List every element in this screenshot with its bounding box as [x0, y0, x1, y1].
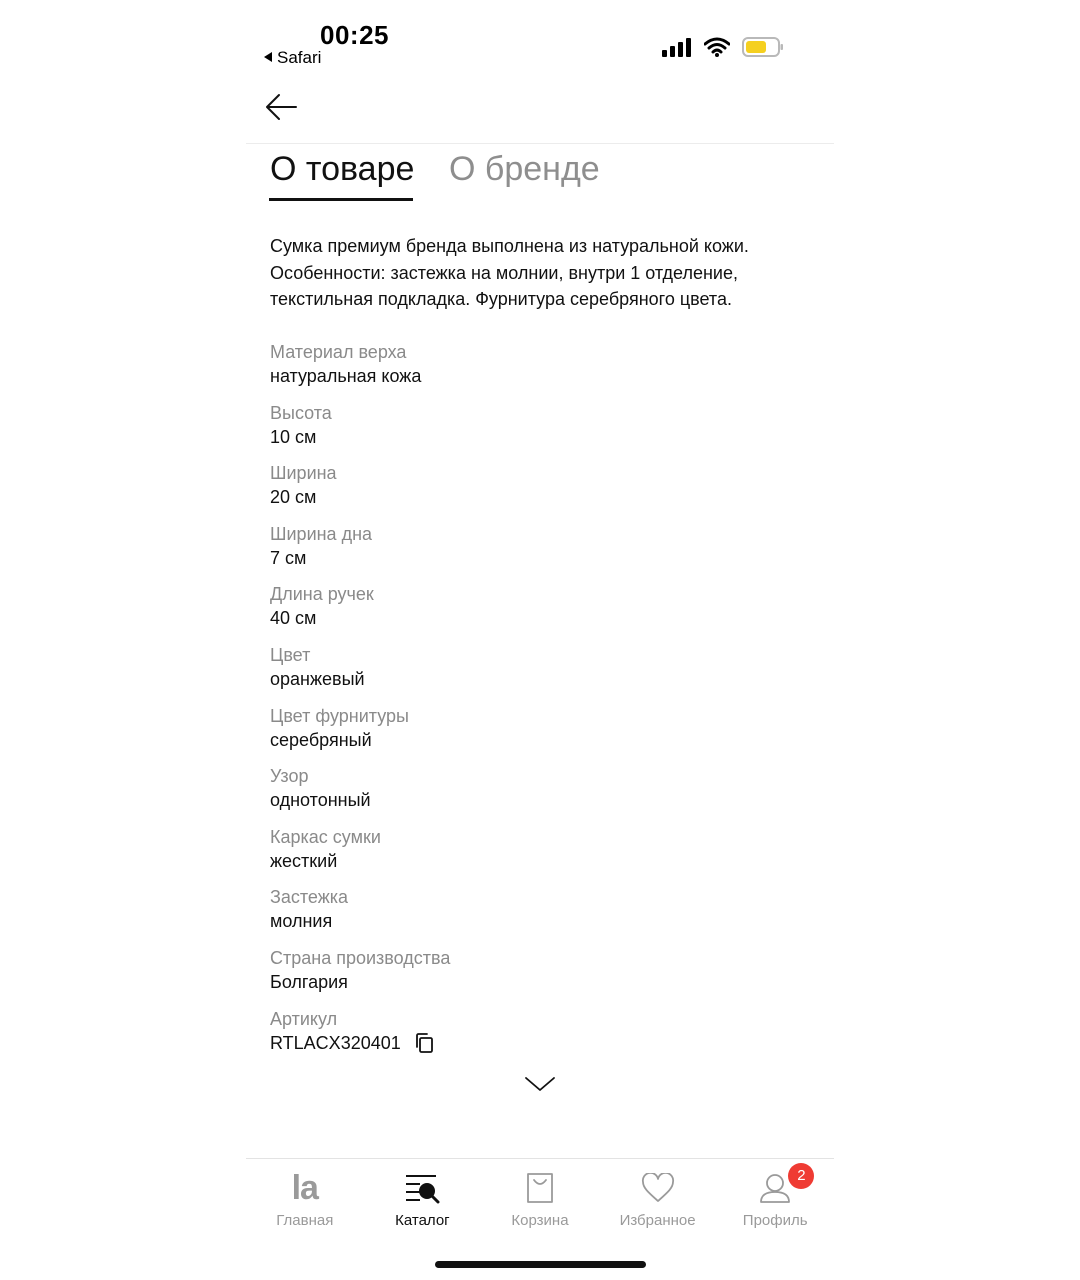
spec-item: Цвет фурнитуры серебряный — [270, 704, 810, 765]
spec-value: серебряный — [270, 729, 372, 750]
home-indicator[interactable] — [435, 1261, 646, 1268]
bottom-nav-divider — [246, 1158, 834, 1159]
spec-value: натуральная кожа — [270, 366, 422, 386]
article-number: RTLACX320401 — [270, 1032, 401, 1053]
spec-value: жесткий — [270, 850, 338, 871]
nav-profile[interactable]: 2 Профиль — [716, 1160, 834, 1240]
spec-value: 7 см — [270, 547, 307, 568]
spec-item: Страна производства Болгария — [270, 946, 810, 1007]
product-specs: Материал верха натуральная кожа Высота 1… — [270, 340, 810, 1067]
chevron-down-icon[interactable] — [524, 1074, 556, 1094]
nav-home-label: Главная — [276, 1212, 334, 1229]
spec-label: Страна производства — [270, 947, 451, 968]
spec-item: Застежка молния — [270, 885, 810, 946]
spec-item: Длина ручек 40 см — [270, 582, 810, 643]
nav-favorites-label: Избранное — [619, 1212, 696, 1229]
spec-item: Ширина 20 см — [270, 461, 810, 522]
spec-label: Артикул — [270, 1008, 338, 1029]
copy-icon[interactable] — [413, 1032, 435, 1054]
catalog-search-icon — [406, 1175, 440, 1204]
spec-value: 40 см — [270, 608, 317, 629]
spec-label: Длина ручек — [270, 584, 374, 605]
spec-label: Узор — [270, 766, 309, 787]
home-logo-text: la — [291, 1168, 319, 1207]
back-to-app-link[interactable]: Safari — [264, 48, 321, 68]
nav-favorites[interactable]: Избранное — [599, 1160, 717, 1240]
nav-cart-label: Корзина — [511, 1212, 569, 1229]
nav-catalog[interactable]: Каталог — [364, 1160, 482, 1240]
spec-label: Застежка — [270, 887, 349, 908]
back-app-label: Safari — [277, 48, 322, 67]
spec-item: Каркас сумки жесткий — [270, 825, 810, 886]
active-tab-indicator — [269, 198, 413, 201]
spec-value: 20 см — [270, 487, 317, 508]
status-time: 00:25 — [320, 20, 389, 50]
spec-item: Материал верха натуральная кожа — [270, 340, 810, 401]
nav-cart[interactable]: Корзина — [481, 1160, 599, 1240]
bottom-nav: la Главная Каталог Корзина Избранное 2 П… — [246, 1160, 834, 1240]
battery-icon — [742, 37, 783, 57]
tab-about-brand[interactable]: О бренде — [449, 150, 600, 189]
spec-label: Высота — [270, 402, 332, 423]
spec-item: Высота 10 см — [270, 401, 810, 462]
spec-label: Цвет — [270, 644, 311, 665]
wifi-icon — [704, 37, 730, 57]
user-icon — [760, 1174, 791, 1203]
cellular-signal-icon — [662, 38, 691, 57]
back-arrow-icon[interactable] — [264, 90, 298, 124]
spec-label: Ширина дна — [270, 523, 373, 544]
heart-icon — [641, 1173, 674, 1202]
tab-about-product[interactable]: О товаре — [270, 150, 414, 189]
product-description: Сумка премиум бренда выполнена из натура… — [270, 236, 749, 309]
nav-catalog-label: Каталог — [395, 1212, 450, 1229]
spec-value: однотонный — [270, 790, 371, 811]
spec-label: Каркас сумки — [270, 826, 381, 847]
spec-item-article: Артикул RTLACX320401 — [270, 1007, 810, 1068]
home-logo-icon: la — [246, 1166, 364, 1210]
spec-value: 10 см — [270, 426, 317, 447]
spec-value: Болгария — [270, 971, 348, 992]
spec-item: Цвет оранжевый — [270, 643, 810, 704]
spec-label: Цвет фурнитуры — [270, 705, 409, 726]
header-divider — [246, 143, 834, 144]
nav-profile-label: Профиль — [742, 1212, 808, 1229]
nav-home[interactable]: la Главная — [246, 1160, 364, 1240]
spec-label: Ширина — [270, 463, 337, 484]
shopping-bag-icon — [527, 1173, 553, 1203]
product-details-screen: 00:25 Safari О товаре О бренде Сумка пре… — [246, 0, 834, 1280]
spec-label: Материал верха — [270, 342, 407, 362]
spec-value-article: RTLACX320401 — [270, 1031, 810, 1055]
spec-value: оранжевый — [270, 668, 365, 689]
spec-item: Узор однотонный — [270, 764, 810, 825]
spec-value: молния — [270, 911, 333, 932]
status-icons — [662, 36, 784, 58]
back-triangle-icon — [264, 52, 272, 62]
spec-item: Ширина дна 7 см — [270, 522, 810, 583]
